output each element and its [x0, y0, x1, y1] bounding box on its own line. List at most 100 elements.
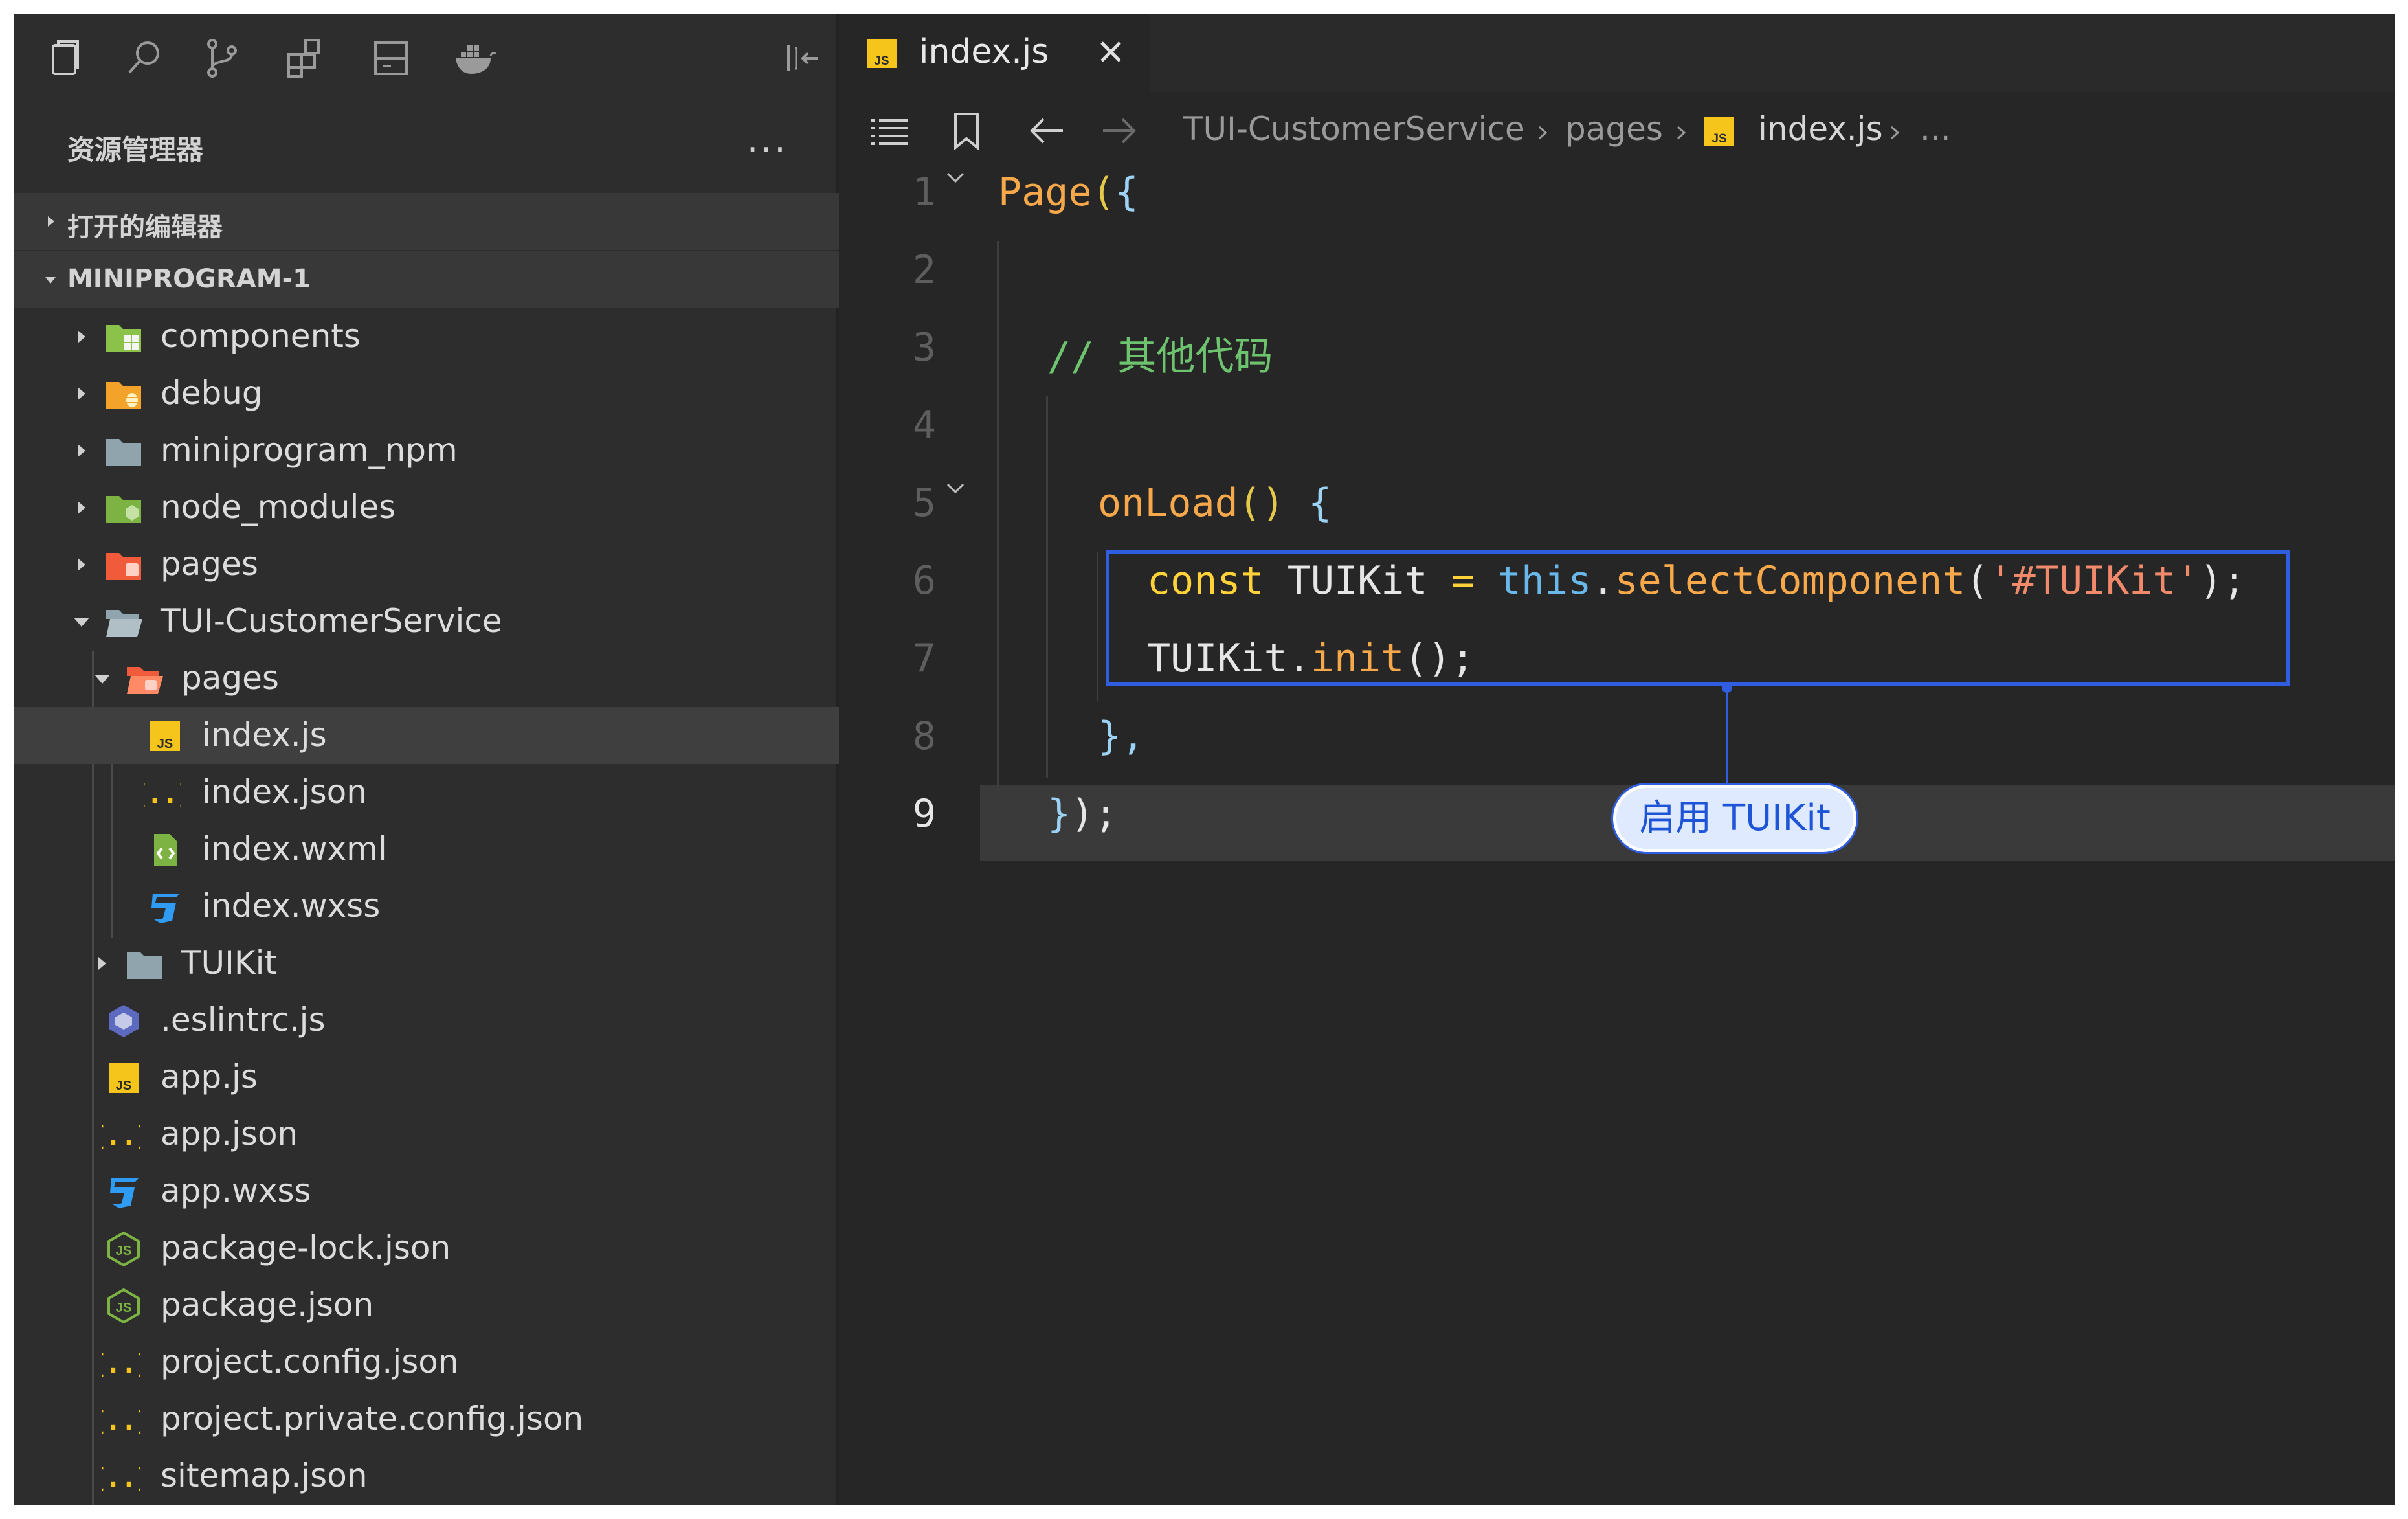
ide-window: 资源管理器 ... 打开的编辑器 MINIPROGRAM-1 component… [14, 14, 2395, 1505]
tree-item-label: index.wxss [202, 887, 381, 925]
outline-list-icon[interactable] [870, 114, 911, 149]
tree-item-label: app.js [161, 1058, 258, 1096]
tree-item-sitemap-json[interactable]: {..} sitemap.json [14, 1448, 839, 1505]
annotation-connector [1726, 686, 1728, 783]
explorer-pane: 资源管理器 ... 打开的编辑器 MINIPROGRAM-1 component… [14, 14, 839, 1505]
tree-item-eslintrc[interactable]: .eslintrc.js [14, 992, 839, 1049]
chevron-right-icon [78, 558, 85, 571]
more-actions-button[interactable]: ... [747, 119, 788, 160]
svg-text:JS: JS [157, 737, 173, 751]
back-arrow-icon[interactable] [1027, 114, 1065, 148]
tree-item-project-private-config-json[interactable]: {..} project.private.config.json [14, 1391, 839, 1448]
tree-item-index-json[interactable]: {..} index.json [14, 764, 839, 821]
svg-text:JS: JS [1711, 132, 1726, 146]
tree-item-label: project.config.json [161, 1343, 459, 1380]
folder-icon [127, 952, 162, 979]
tree-item-app-json[interactable]: {..} app.json [14, 1106, 839, 1163]
js-file-icon: JS [150, 721, 180, 751]
close-icon[interactable] [1091, 32, 1130, 71]
pages-folder-open-icon [127, 667, 163, 694]
chevron-down-icon [45, 277, 56, 284]
folder-open-icon [106, 610, 142, 637]
tree-item-label: node_modules [161, 488, 396, 526]
tree-item-label: debug [161, 374, 263, 412]
bookmark-icon[interactable] [952, 111, 981, 152]
svg-text:{..}: {..} [102, 1406, 140, 1436]
chevron-right-icon [78, 387, 85, 400]
tree-item-app-wxss[interactable]: app.wxss [14, 1163, 839, 1220]
code-line-1: Page({ [998, 170, 1139, 215]
project-section[interactable]: MINIPROGRAM-1 [14, 251, 839, 308]
chevron-right-icon [1890, 126, 1900, 140]
tree-item-index-js[interactable]: JS index.js [14, 707, 839, 764]
node-modules-folder-icon [106, 496, 141, 523]
extensions-icon[interactable] [284, 36, 328, 80]
chevron-right-icon [1677, 126, 1686, 140]
json-file-icon: {..} [102, 1463, 140, 1493]
json-file-icon: {..} [102, 1406, 140, 1436]
breadcrumb-item-pages[interactable]: pages [1565, 110, 1663, 148]
tree-item-pages-nested[interactable]: pages [14, 650, 839, 707]
open-editors-section[interactable]: 打开的编辑器 [14, 193, 839, 250]
line-number: 4 [912, 403, 936, 448]
files-icon[interactable] [44, 36, 88, 80]
tree-item-package-json[interactable]: JS package.json [14, 1277, 839, 1334]
json-file-icon: {..} [102, 1121, 140, 1151]
source-control-icon[interactable] [201, 36, 245, 80]
tree-item-debug[interactable]: debug [14, 365, 839, 422]
forward-arrow-icon[interactable] [1100, 114, 1139, 148]
tree-item-package-lock-json[interactable]: JS package-lock.json [14, 1220, 839, 1277]
breadcrumb-item-more[interactable]: ... [1920, 110, 1951, 148]
tree-item-label: miniprogram_npm [161, 431, 458, 469]
collapse-panel-icon[interactable] [781, 36, 825, 80]
debug-folder-icon [106, 382, 141, 409]
fold-chevron-icon[interactable] [942, 477, 968, 502]
breadcrumb-item-index-js[interactable]: index.js [1758, 110, 1883, 148]
tree-item-node-modules[interactable]: node_modules [14, 479, 839, 536]
docker-icon[interactable] [453, 36, 497, 80]
tree-item-project-config-json[interactable]: {..} project.config.json [14, 1334, 839, 1391]
breadcrumb: TUI-CustomerService pages JS index.js ..… [839, 92, 2395, 170]
annotation-connector-dot [1722, 682, 1732, 693]
chevron-right-icon [78, 444, 85, 457]
tree-item-index-wxml[interactable]: index.wxml [14, 821, 839, 878]
line-number: 6 [912, 558, 936, 603]
tree-item-label: TUI-CustomerService [161, 602, 502, 640]
chevron-down-icon [74, 618, 89, 627]
tab-bar: JS index.js [839, 14, 2395, 92]
line-number: 2 [912, 247, 936, 293]
search-icon[interactable] [122, 36, 166, 80]
project-label: MINIPROGRAM-1 [67, 264, 311, 294]
breadcrumb-item-tui-customerservice[interactable]: TUI-CustomerService [1183, 110, 1525, 148]
json-file-icon: {..} [144, 780, 181, 809]
indent-guide [997, 241, 999, 791]
tree-item-tuikit[interactable]: TUIKit [14, 935, 839, 992]
tree-item-label: components [161, 317, 361, 355]
chevron-down-icon [95, 675, 110, 684]
tree-item-miniprogram-npm[interactable]: miniprogram_npm [14, 422, 839, 479]
tree-item-app-js[interactable]: JS app.js [14, 1049, 839, 1106]
pages-folder-icon [106, 553, 141, 580]
svg-text:{..}: {..} [102, 1463, 140, 1493]
code-line-5: onLoad() { [1098, 480, 1332, 526]
tree-item-label: index.js [202, 716, 327, 754]
storage-icon[interactable] [369, 36, 413, 80]
tree-item-label: package.json [161, 1286, 374, 1323]
js-file-icon: JS [1704, 117, 1734, 146]
tree-item-label: pages [161, 545, 258, 583]
tree-item-index-wxss[interactable]: index.wxss [14, 878, 839, 935]
tree-item-label: pages [181, 659, 279, 697]
tab-index-js[interactable]: JS index.js [839, 14, 1150, 92]
line-number: 8 [912, 714, 936, 759]
fold-chevron-icon[interactable] [942, 166, 968, 192]
tree-item-pages[interactable]: pages [14, 536, 839, 593]
folder-icon [106, 439, 141, 466]
indent-guide [1046, 396, 1048, 778]
chevron-right-icon [48, 216, 54, 227]
svg-text:JS: JS [116, 1244, 131, 1258]
tree-item-components[interactable]: components [14, 308, 839, 365]
line-number-active: 9 [912, 791, 936, 837]
tree-item-tui-customerservice[interactable]: TUI-CustomerService [14, 593, 839, 650]
code-editor[interactable]: 1 2 3 4 5 6 7 8 9 Page({ // 其他代码 onLoad(… [839, 170, 2395, 1505]
svg-text:{..}: {..} [144, 780, 181, 809]
